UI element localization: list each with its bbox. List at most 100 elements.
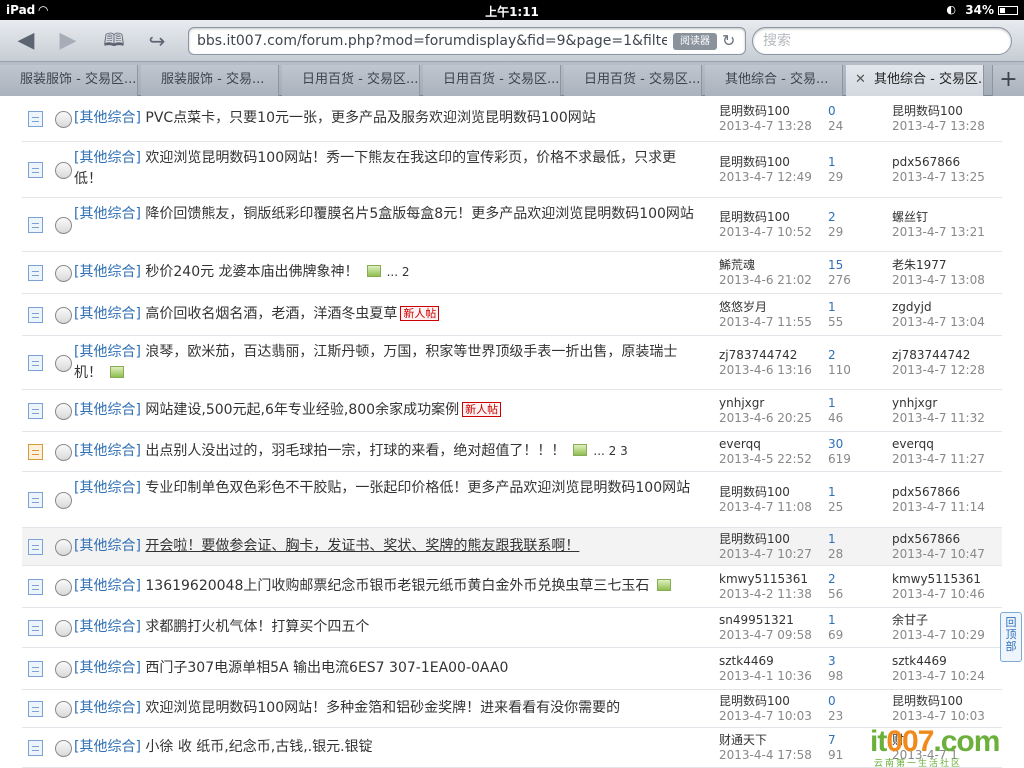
thread-title-link[interactable]: 欢迎浏览昆明数码100网站！多种金箔和铝砂金奖牌！进来看看有没你需要的: [145, 700, 620, 716]
thread-author-primary[interactable]: 悠悠岁月: [719, 300, 829, 315]
thread-title-link[interactable]: 浪琴，欧米茄，百达翡丽，江斯丹顿，万国，积家等世界顶级手表一折出售，原装瑞士机！: [74, 344, 677, 381]
thread-select-checkbox[interactable]: [55, 701, 72, 718]
thread-author-primary[interactable]: sztk4469: [719, 654, 829, 669]
close-tab-icon[interactable]: ✕: [855, 65, 866, 95]
thread-row[interactable]: [其他综合] 开会啦！要做参会证、胸卡，发证书、奖状、奖牌的熊友跟我联系啊！ 昆明…: [22, 528, 1002, 566]
page-links[interactable]: ... 2 3: [593, 444, 627, 458]
thread-row[interactable]: [其他综合] 秒价240元 龙婆本庙出佛牌象神！ ... 2 鯑荒魂 2013-4-6…: [22, 252, 1002, 294]
thread-author-primary[interactable]: 鯑荒魂: [719, 258, 829, 273]
back-arrow-icon[interactable]: ◀: [12, 28, 40, 54]
thread-author-primary[interactable]: zj783744742: [719, 348, 829, 363]
thread-stats-primary[interactable]: 3: [828, 654, 888, 669]
browser-tab[interactable]: 日用百货 - 交易区...: [564, 65, 702, 96]
thread-last-post-primary[interactable]: zgdyjd: [892, 300, 1002, 315]
thread-select-checkbox[interactable]: [55, 265, 72, 282]
thread-type-link[interactable]: [其他综合]: [74, 578, 141, 594]
thread-stats-primary[interactable]: 0: [828, 104, 888, 119]
thread-stats-primary[interactable]: 1: [828, 300, 888, 315]
thread-last-post-primary[interactable]: 昆明数码100: [892, 104, 1002, 119]
thread-last-post-primary[interactable]: pdx567866: [892, 532, 1002, 547]
thread-author-primary[interactable]: everqq: [719, 437, 829, 452]
thread-last-post-primary[interactable]: ynhjxgr: [892, 396, 1002, 411]
thread-type-link[interactable]: [其他综合]: [74, 402, 141, 418]
search-bar[interactable]: [752, 27, 1012, 55]
thread-last-post-primary[interactable]: zj783744742: [892, 348, 1002, 363]
thread-type-link[interactable]: [其他综合]: [74, 538, 141, 554]
thread-type-link[interactable]: [其他综合]: [74, 150, 141, 166]
thread-title-link[interactable]: 小徐 收 纸币,纪念币,古钱,.银元.银锭: [145, 739, 372, 755]
thread-type-link[interactable]: [其他综合]: [74, 739, 141, 755]
thread-stats-primary[interactable]: 2: [828, 210, 888, 225]
thread-row[interactable]: [其他综合] 专业印制单色双色彩色不干胶贴，一张起印价格低！更多产品欢迎浏览昆明…: [22, 472, 1002, 528]
browser-tab[interactable]: 服装服饰 - 交易区...: [0, 65, 138, 96]
reader-button[interactable]: 阅读器: [673, 33, 717, 50]
thread-last-post-primary[interactable]: kmwy5115361: [892, 572, 1002, 587]
thread-title-link[interactable]: PVC点菜卡，只要10元一张，更多产品及服务欢迎浏览昆明数码100网站: [145, 110, 595, 126]
thread-select-checkbox[interactable]: [55, 492, 72, 509]
thread-last-post-primary[interactable]: 螺丝钉: [892, 210, 1002, 225]
thread-title-link[interactable]: 西门子307电源单相5A 输出电流6ES7 307-1EA00-0AA0: [145, 660, 508, 676]
thread-last-post-primary[interactable]: everqq: [892, 437, 1002, 452]
thread-row[interactable]: [其他综合] 西门子307电源单相5A 输出电流6ES7 307-1EA00-0…: [22, 648, 1002, 690]
thread-last-post-primary[interactable]: pdx567866: [892, 155, 1002, 170]
thread-title-link[interactable]: 求都鹏打火机气体！打算买个四五个: [145, 619, 369, 635]
browser-tab[interactable]: 日用百货 - 交易区...: [423, 65, 561, 96]
thread-select-checkbox[interactable]: [55, 355, 72, 372]
thread-title-link[interactable]: 高价回收名烟名酒，老酒，洋酒冬虫夏草: [145, 306, 397, 322]
thread-author-primary[interactable]: 昆明数码100: [719, 210, 829, 225]
thread-select-checkbox[interactable]: [55, 539, 72, 556]
thread-row[interactable]: [其他综合] 求都鹏打火机气体！打算买个四五个 sn49951321 2013-4-…: [22, 608, 1002, 648]
new-tab-button[interactable]: +: [992, 65, 1024, 96]
thread-last-post-primary[interactable]: 老朱1977: [892, 258, 1002, 273]
page-links[interactable]: ... 2: [387, 265, 410, 279]
thread-select-checkbox[interactable]: [55, 444, 72, 461]
reload-icon[interactable]: ↻: [722, 31, 735, 50]
browser-tab[interactable]: 服装服饰 - 交易...: [141, 65, 279, 96]
thread-row[interactable]: [其他综合] 出点别人没出过的，羽毛球拍一宗，打球的来看，绝对超值了！！！...…: [22, 432, 1002, 472]
share-icon[interactable]: ↪: [143, 28, 171, 54]
thread-row[interactable]: [其他综合] 13619620048上门收购邮票纪念币银币老银元纸币黄白金外币兑…: [22, 566, 1002, 608]
thread-stats-primary[interactable]: 1: [828, 613, 888, 628]
thread-row[interactable]: [其他综合] 浪琴，欧米茄，百达翡丽，江斯丹顿，万国，积家等世界顶级手表一折出售…: [22, 336, 1002, 390]
thread-row[interactable]: [其他综合] 降价回馈熊友，铜版纸彩印覆膜名片5盒版每盒8元！更多产品欢迎浏览昆…: [22, 198, 1002, 252]
thread-title-link[interactable]: 开会啦！要做参会证、胸卡，发证书、奖状、奖牌的熊友跟我联系啊！: [145, 538, 579, 554]
thread-last-post-primary[interactable]: sztk4469: [892, 654, 1002, 669]
thread-type-link[interactable]: [其他综合]: [74, 480, 141, 496]
thread-author-primary[interactable]: 昆明数码100: [719, 694, 829, 709]
thread-title-link[interactable]: 13619620048上门收购邮票纪念币银币老银元纸币黄白金外币兑换虫草三七玉石: [145, 578, 649, 594]
thread-type-link[interactable]: [其他综合]: [74, 443, 141, 459]
thread-author-primary[interactable]: 昆明数码100: [719, 532, 829, 547]
thread-title-link[interactable]: 网站建设,500元起,6年专业经验,800余家成功案例: [145, 402, 459, 418]
thread-select-checkbox[interactable]: [55, 307, 72, 324]
bookmarks-icon[interactable]: 🕮: [100, 28, 128, 54]
thread-type-link[interactable]: [其他综合]: [74, 110, 141, 126]
thread-stats-primary[interactable]: 1: [828, 396, 888, 411]
address-bar[interactable]: bbs.it007.com/forum.php?mod=forumdisplay…: [188, 27, 746, 55]
thread-row[interactable]: [其他综合] 欢迎浏览昆明数码100网站！多种金箔和铝砂金奖牌！进来看看有没你需…: [22, 690, 1002, 728]
thread-stats-primary[interactable]: 2: [828, 348, 888, 363]
thread-author-primary[interactable]: 昆明数码100: [719, 485, 829, 500]
thread-author-primary[interactable]: 财通天下: [719, 733, 829, 748]
forward-arrow-icon[interactable]: ▶: [54, 28, 82, 54]
thread-type-link[interactable]: [其他综合]: [74, 619, 141, 635]
thread-title-link[interactable]: 欢迎浏览昆明数码100网站！秀一下熊友在我这印的宣传彩页，价格不求最低，只求更低…: [74, 150, 676, 187]
thread-stats-primary[interactable]: 1: [828, 485, 888, 500]
thread-last-post-primary[interactable]: 余甘子: [892, 613, 1002, 628]
thread-author-primary[interactable]: 昆明数码100: [719, 155, 829, 170]
thread-type-link[interactable]: [其他综合]: [74, 306, 141, 322]
thread-row[interactable]: [其他综合] PVC点菜卡，只要10元一张，更多产品及服务欢迎浏览昆明数码100…: [22, 96, 1002, 142]
browser-tab[interactable]: ✕ 其他综合 - 交易区...: [846, 65, 984, 96]
thread-author-primary[interactable]: ynhjxgr: [719, 396, 829, 411]
thread-author-primary[interactable]: sn49951321: [719, 613, 829, 628]
thread-author-primary[interactable]: kmwy5115361: [719, 572, 829, 587]
thread-title-link[interactable]: 降价回馈熊友，铜版纸彩印覆膜名片5盒版每盒8元！更多产品欢迎浏览昆明数码100网…: [145, 206, 694, 222]
thread-author-primary[interactable]: 昆明数码100: [719, 104, 829, 119]
thread-type-link[interactable]: [其他综合]: [74, 700, 141, 716]
thread-type-link[interactable]: [其他综合]: [74, 206, 141, 222]
browser-tab[interactable]: 其他综合 - 交易...: [705, 65, 843, 96]
thread-title-link[interactable]: 专业印制单色双色彩色不干胶贴，一张起印价格低！更多产品欢迎浏览昆明数码100网站: [145, 480, 690, 496]
thread-last-post-primary[interactable]: 昆明数码100: [892, 694, 1002, 709]
search-input[interactable]: [763, 32, 1001, 50]
thread-select-checkbox[interactable]: [55, 740, 72, 757]
thread-select-checkbox[interactable]: [55, 111, 72, 128]
